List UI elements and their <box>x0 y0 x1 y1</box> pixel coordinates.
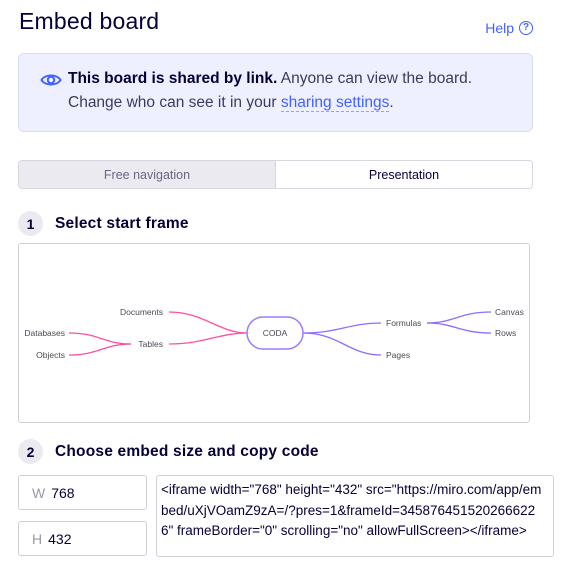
branch-pages <box>302 332 382 356</box>
node-rows: Rows <box>495 328 516 338</box>
help-link[interactable]: Help ? <box>485 20 533 36</box>
node-formulas: Formulas <box>386 318 421 328</box>
sharing-settings-link[interactable]: sharing settings <box>280 94 390 112</box>
start-frame-preview[interactable]: CODA Documents Tables Databases Objects … <box>18 243 530 423</box>
branch-canvas <box>426 311 492 324</box>
mode-toggle: Free navigation Presentation <box>18 160 533 189</box>
mindmap-diagram: CODA Documents Tables Databases Objects … <box>24 307 524 360</box>
height-prefix: H <box>32 530 43 547</box>
node-objects: Objects <box>36 350 65 360</box>
branch-rows <box>426 322 492 334</box>
tab-free-navigation[interactable]: Free navigation <box>19 161 275 188</box>
share-notice: This board is shared by link. Anyone can… <box>18 53 533 132</box>
notice-line2-text: Change who can see it in your <box>68 94 281 111</box>
embed-code-field[interactable]: <iframe width="768" height="432" src="ht… <box>156 475 554 557</box>
step-1-header: 1 Select start frame <box>18 211 189 236</box>
help-label: Help <box>485 20 514 36</box>
height-input[interactable]: H 432 <box>18 521 147 556</box>
branch-databases <box>68 332 132 345</box>
eye-icon <box>40 74 62 86</box>
node-tables: Tables <box>138 339 163 349</box>
page-title: Embed board <box>19 8 160 34</box>
notice-period: . <box>389 94 394 111</box>
branch-documents <box>168 311 248 334</box>
question-circle-icon: ? <box>519 21 533 35</box>
branch-tables <box>168 332 248 345</box>
node-pages: Pages <box>386 350 410 360</box>
node-databases: Databases <box>24 328 65 338</box>
tab-presentation[interactable]: Presentation <box>275 161 532 188</box>
width-prefix: W <box>32 484 46 501</box>
notice-rest: Anyone can view the board. <box>277 70 473 87</box>
width-value: 768 <box>51 484 75 501</box>
height-value: 432 <box>48 530 72 547</box>
step-1-badge: 1 <box>18 211 43 236</box>
node-canvas: Canvas <box>495 307 524 317</box>
width-input[interactable]: W 768 <box>18 475 147 510</box>
notice-bold: This board is shared by link. <box>68 70 278 87</box>
step-2-header: 2 Choose embed size and copy code <box>18 439 319 464</box>
center-node-label: CODA <box>263 328 288 338</box>
step-1-label: Select start frame <box>55 214 189 232</box>
branch-objects <box>68 343 132 356</box>
notice-line-2: Change who can see it in your sharing se… <box>68 94 394 112</box>
step-2-badge: 2 <box>18 439 43 464</box>
branch-formulas <box>302 322 382 334</box>
node-documents: Documents <box>120 307 163 317</box>
step-2-label: Choose embed size and copy code <box>55 442 319 460</box>
notice-line-1: This board is shared by link. Anyone can… <box>68 70 472 88</box>
